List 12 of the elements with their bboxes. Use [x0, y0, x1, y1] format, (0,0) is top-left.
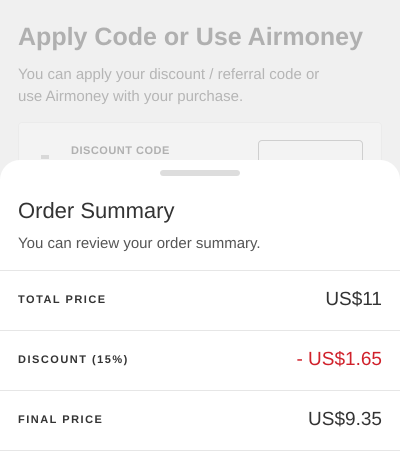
price-label: FINAL PRICE: [18, 413, 104, 428]
page-subtitle: You can apply your discount / referral code or use Airmoney with your purchase.: [18, 65, 320, 107]
card-label: DISCOUNT CODE: [71, 144, 171, 159]
page-title: Apply Code or Use Airmoney: [18, 22, 364, 53]
sheet-title: Order Summary: [17, 197, 176, 225]
sheet-subtitle: You can review your order summary.: [17, 234, 262, 254]
drag-handle[interactable]: [160, 170, 240, 176]
price-label: DISCOUNT (15%): [18, 353, 129, 368]
price-label: TOTAL PRICE: [18, 293, 107, 308]
price-value: US$9.35: [308, 408, 382, 432]
price-value: US$11: [325, 288, 382, 312]
price-value: - US$1.65: [296, 348, 382, 372]
